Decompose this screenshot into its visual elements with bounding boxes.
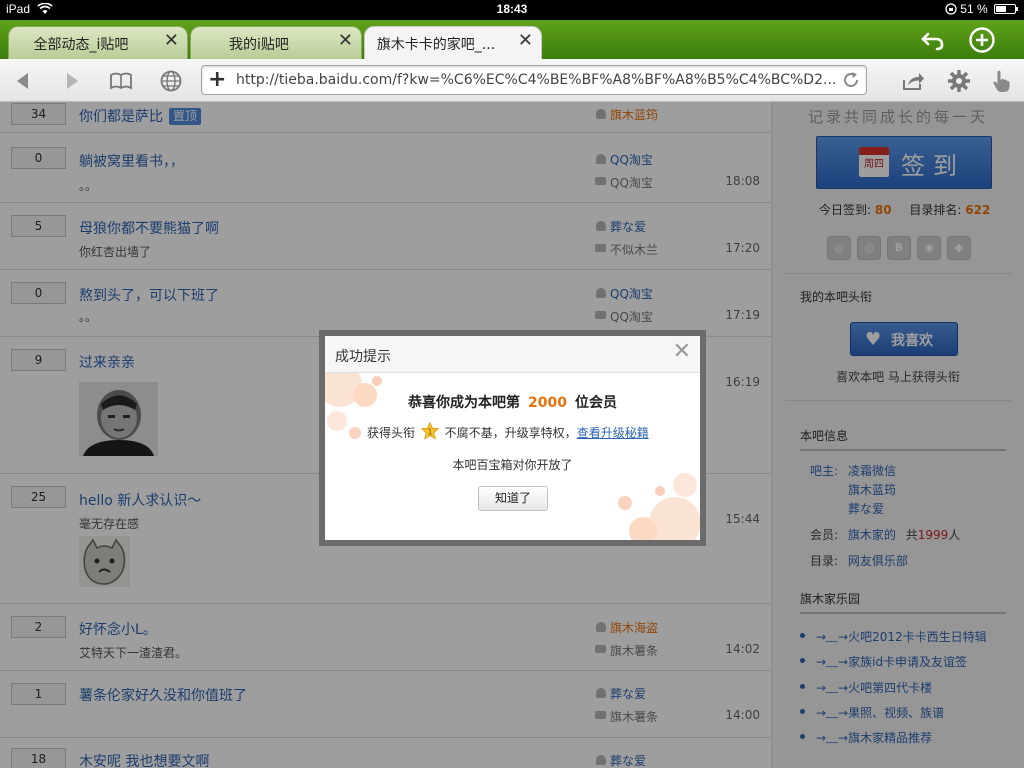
ok-button[interactable]: 知道了 <box>478 486 548 511</box>
status-time: 18:43 <box>496 2 528 16</box>
gear-icon[interactable] <box>946 68 972 94</box>
dialog-title-info: 获得头衔 1 不腐不基，升级享特权，查看升级秘籍 <box>367 422 649 441</box>
orientation-lock-icon <box>945 3 957 15</box>
dialog-body: 成功提示 ✕ 恭喜你成为本吧第 2000 位会员 获得头衔 1 不腐不基，升级享特权… <box>325 336 700 540</box>
dialog-title: 成功提示 <box>335 349 391 365</box>
close-icon[interactable]: ✕ <box>518 32 533 50</box>
status-right: 51 % <box>945 2 1018 16</box>
success-dialog: 成功提示 ✕ 恭喜你成为本吧第 2000 位会员 获得头衔 1 不腐不基，升级享特权… <box>319 330 706 546</box>
tab-label: 全部动态_i贴吧 <box>33 37 129 53</box>
star-badge-level: 1 <box>427 428 432 437</box>
close-icon[interactable]: ✕ <box>164 32 179 50</box>
dialog-message: 恭喜你成为本吧第 2000 位会员 <box>325 392 700 412</box>
plus-circle-icon[interactable] <box>968 26 996 54</box>
tab-all-activity[interactable]: 全部动态_i贴吧 ✕ <box>8 26 188 59</box>
ios-status-bar: iPad 18:43 51 % <box>0 0 1024 20</box>
reload-icon[interactable] <box>840 69 862 91</box>
dialog-header: 成功提示 ✕ <box>325 336 700 373</box>
tab-bar: 全部动态_i贴吧 ✕ 我的i贴吧 ✕ 旗木卡卡的家吧_... ✕ <box>0 20 1024 59</box>
tab-label: 我的i贴吧 <box>229 37 289 53</box>
globe-icon[interactable] <box>158 68 184 94</box>
member-number: 2000 <box>528 395 567 411</box>
add-bookmark-icon[interactable]: + <box>208 69 226 91</box>
tab-qimu-kaka-home[interactable]: 旗木卡卡的家吧_... ✕ <box>364 26 542 59</box>
line2-prefix: 获得头衔 <box>367 426 416 440</box>
undo-icon[interactable] <box>919 26 947 54</box>
star-badge-icon: 1 <box>420 422 439 440</box>
tab-my-tieba[interactable]: 我的i贴吧 ✕ <box>190 26 362 59</box>
battery-percent: 51 % <box>960 2 988 16</box>
address-bar[interactable]: + http://tieba.baidu.com/f?kw=%C6%EC%C4%… <box>201 65 867 95</box>
forward-icon[interactable] <box>59 68 85 94</box>
back-icon[interactable] <box>10 68 36 94</box>
upgrade-tips-link[interactable]: 查看升级秘籍 <box>577 426 649 440</box>
battery-fill <box>996 6 1007 12</box>
dialog-treasure-note: 本吧百宝箱对你开放了 <box>452 458 573 472</box>
battery-icon <box>994 4 1018 14</box>
msg-suffix: 位会员 <box>574 395 617 411</box>
close-icon[interactable]: ✕ <box>338 32 353 50</box>
line2-middle: 不腐不基，升级享特权， <box>444 426 577 440</box>
share-icon[interactable] <box>900 68 926 94</box>
pointer-hand-icon[interactable] <box>989 68 1015 94</box>
url-text[interactable]: http://tieba.baidu.com/f?kw=%C6%EC%C4%BE… <box>236 72 836 88</box>
browser-toolbar: + http://tieba.baidu.com/f?kw=%C6%EC%C4%… <box>0 59 1024 102</box>
bookmarks-icon[interactable] <box>108 68 134 94</box>
msg-prefix: 恭喜你成为本吧第 <box>408 395 521 411</box>
close-icon[interactable]: ✕ <box>673 341 691 363</box>
tab-label: 旗木卡卡的家吧_... <box>376 37 496 53</box>
